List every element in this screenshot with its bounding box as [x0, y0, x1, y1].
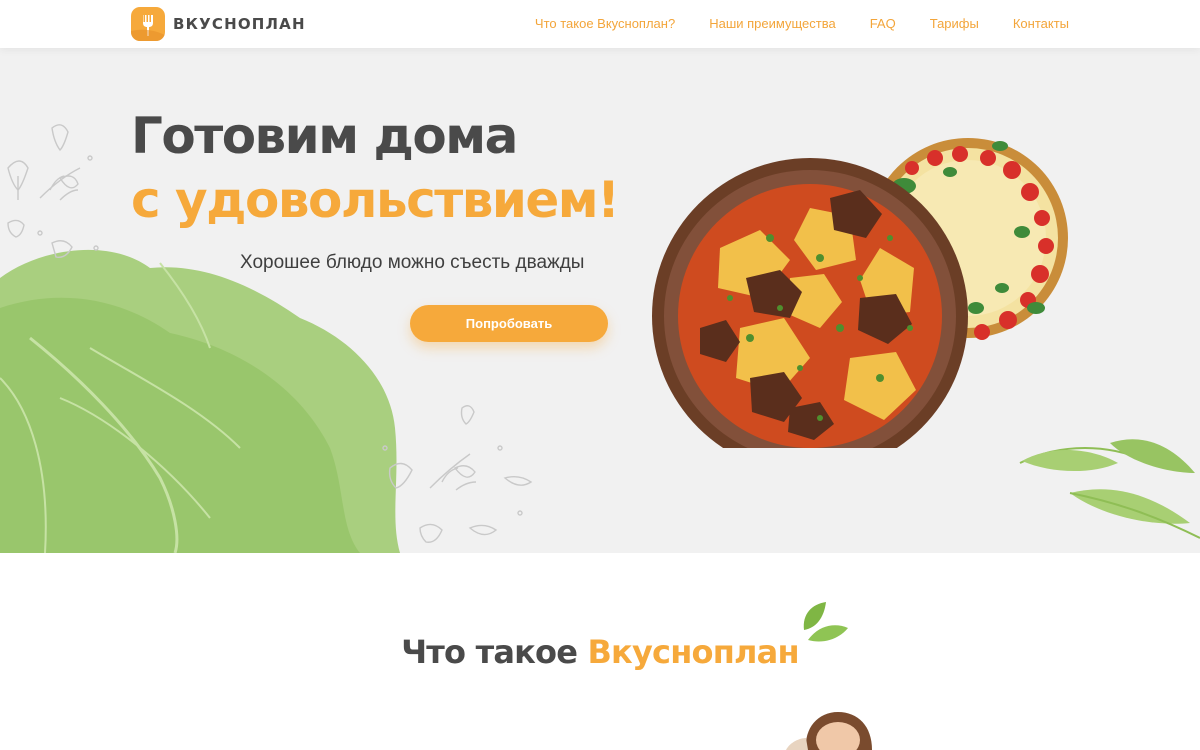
- nav-link-faq[interactable]: FAQ: [870, 16, 896, 31]
- leaves-illustration: [1019, 439, 1200, 539]
- hero-title-line1: Готовим дома: [131, 107, 518, 165]
- hero-section: Готовим дома с удовольствием! Хорошее бл…: [0, 48, 1200, 553]
- herb-sketch-icon: [382, 405, 533, 543]
- food-photo-image: [652, 138, 1068, 448]
- section-title-part1: Что такое: [401, 633, 588, 671]
- fork-icon: [131, 7, 165, 41]
- hero-title-line2: с удовольствием!: [131, 171, 620, 229]
- brand-logo[interactable]: ВКУСНОПЛАН: [131, 7, 306, 41]
- green-leaf-illustration: [0, 249, 400, 553]
- main-nav: Что такое Вкусноплан? Наши преимущества …: [535, 16, 1069, 31]
- hero-subtitle: Хорошее блюдо можно съесть дважды: [240, 252, 585, 273]
- try-button[interactable]: Попробовать: [410, 305, 608, 342]
- brand-name: ВКУСНОПЛАН: [173, 15, 306, 33]
- section-intro-text-placeholder: [131, 742, 471, 750]
- herb-sketch-icon: [7, 124, 99, 258]
- leaf-icon: [803, 602, 848, 642]
- section-title: Что такое Вкусноплан: [0, 633, 1200, 671]
- section-title-part2: Вкусноплан: [587, 633, 799, 671]
- nav-link-advantages[interactable]: Наши преимущества: [709, 16, 836, 31]
- nav-link-pricing[interactable]: Тарифы: [930, 16, 979, 31]
- hero-title: Готовим дома с удовольствием!: [131, 104, 620, 232]
- site-header: ВКУСНОПЛАН Что такое Вкусноплан? Наши пр…: [0, 0, 1200, 48]
- nav-link-contacts[interactable]: Контакты: [1013, 16, 1069, 31]
- nav-link-about[interactable]: Что такое Вкусноплан?: [535, 16, 675, 31]
- woman-photo-image: [786, 712, 872, 750]
